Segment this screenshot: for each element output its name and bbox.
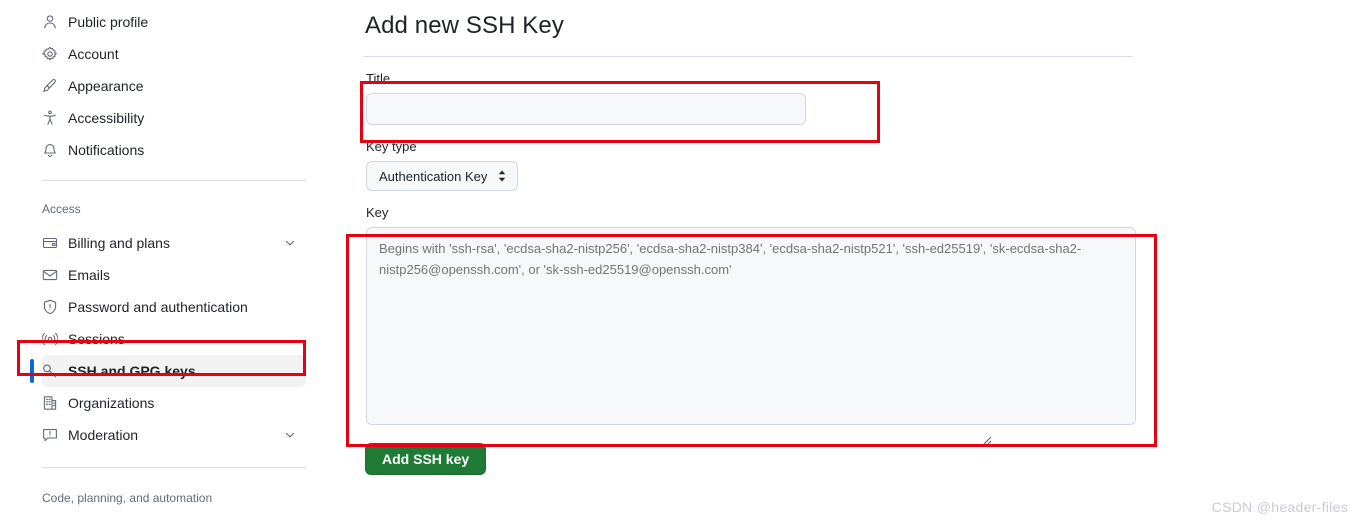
selected-indicator-bar — [30, 359, 34, 383]
sidebar-item-label: Organizations — [68, 395, 155, 411]
person-icon — [42, 14, 58, 30]
sidebar-item-label: SSH and GPG keys — [68, 363, 196, 379]
organization-icon — [42, 395, 58, 411]
gear-icon — [42, 46, 58, 62]
page-title: Add new SSH Key — [365, 12, 564, 39]
key-type-select[interactable]: Authentication Key — [366, 161, 519, 191]
key-icon — [42, 363, 58, 379]
sidebar-item-repositories[interactable]: Repositories — [42, 516, 306, 523]
mail-icon — [42, 267, 58, 283]
title-field-label: Title — [366, 71, 391, 86]
sidebar-item-organizations[interactable]: Organizations — [42, 387, 306, 419]
add-ssh-key-button[interactable]: Add SSH key — [365, 443, 487, 475]
sidebar-divider — [42, 180, 306, 181]
key-field-label: Key — [366, 205, 389, 220]
accessibility-icon — [42, 110, 58, 126]
report-icon — [42, 427, 58, 443]
paintbrush-icon — [42, 78, 58, 94]
title-input[interactable] — [366, 93, 806, 125]
main-content: Add new SSH Key Title Key type Authentic… — [363, 0, 1153, 475]
shield-icon — [42, 299, 58, 315]
sidebar-item-password-and-authentication[interactable]: Password and authentication — [42, 291, 306, 323]
sidebar-section-label: Access — [42, 202, 81, 216]
sidebar-item-label: Appearance — [68, 78, 144, 94]
bell-icon — [42, 142, 58, 158]
sidebar-item-label: Password and authentication — [68, 299, 248, 315]
sidebar-item-notifications[interactable]: Notifications — [42, 134, 306, 166]
sidebar-item-label: Accessibility — [68, 110, 145, 126]
page-root: Public profile Account Appearance Accessibi… — [0, 0, 1364, 523]
key-textarea[interactable] — [366, 227, 1136, 425]
sidebar-item-emails[interactable]: Emails — [42, 259, 306, 291]
sidebar-item-label: Sessions — [68, 331, 125, 347]
sidebar-item-accessibility[interactable]: Accessibility — [42, 102, 306, 134]
sidebar-divider — [42, 467, 306, 468]
watermark: CSDN @header-files — [1211, 499, 1348, 515]
chevron-down-icon[interactable] — [282, 235, 298, 251]
title-divider — [363, 56, 1133, 57]
broadcast-icon — [42, 331, 58, 347]
sidebar-item-public-profile[interactable]: Public profile — [42, 6, 306, 38]
settings-sidebar: Public profile Account Appearance Accessibi… — [0, 0, 330, 523]
key-type-selected-value: Authentication Key — [379, 168, 488, 184]
sidebar-item-sessions[interactable]: Sessions — [42, 323, 306, 355]
key-type-field-label: Key type — [366, 139, 417, 154]
chevron-down-icon[interactable] — [282, 427, 298, 443]
credit-card-icon — [42, 235, 58, 251]
sidebar-item-label: Public profile — [68, 14, 149, 30]
sidebar-item-label: Emails — [68, 267, 111, 283]
sidebar-section-label: Code, planning, and automation — [42, 491, 213, 505]
sidebar-item-account[interactable]: Account — [42, 38, 306, 70]
sidebar-item-label: Notifications — [68, 142, 145, 158]
sidebar-item-label: Account — [68, 46, 119, 62]
sidebar-item-label: Repositories — [68, 516, 298, 523]
sidebar-item-billing-and-plans[interactable]: Billing and plans — [42, 227, 306, 259]
sidebar-item-appearance[interactable]: Appearance — [42, 70, 306, 102]
sidebar-item-moderation[interactable]: Moderation — [42, 419, 306, 451]
chevron-updown-icon — [497, 169, 507, 183]
sidebar-item-ssh-and-gpg-keys[interactable]: SSH and GPG keys — [30, 355, 306, 387]
sidebar-item-label: Moderation — [68, 427, 139, 443]
sidebar-item-label: Billing and plans — [68, 235, 170, 251]
